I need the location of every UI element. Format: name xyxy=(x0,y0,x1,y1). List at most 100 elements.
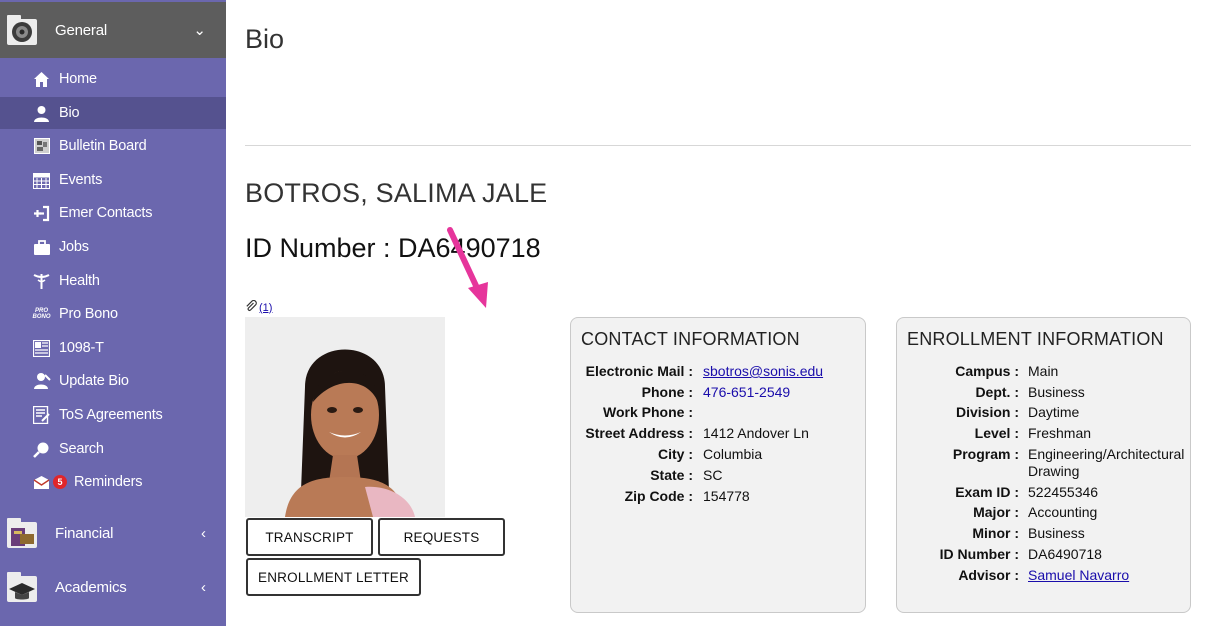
student-photo xyxy=(245,317,445,517)
field-label: Work Phone : xyxy=(603,404,693,420)
field-value: 522455346 xyxy=(1028,484,1099,500)
sidebar-item-label: Jobs xyxy=(59,239,89,255)
sidebar-item-tos-agreements[interactable]: ToS Agreements xyxy=(0,399,226,431)
field-label: Division : xyxy=(955,404,1019,420)
sidebar-section-financial[interactable]: Financial ‹ xyxy=(0,506,226,560)
contact-information-title: CONTACT INFORMATION xyxy=(581,329,800,349)
field-value: Business xyxy=(1028,384,1085,400)
sidebar-section-general[interactable]: General ⌄ xyxy=(0,2,226,58)
sidebar-section-label: Financial xyxy=(55,524,114,542)
graduation-cap-icon xyxy=(6,570,38,604)
calendar-icon xyxy=(32,171,51,190)
field-label: Advisor : xyxy=(958,567,1019,583)
field-value: Columbia xyxy=(703,446,763,462)
field-label: Exam ID : xyxy=(955,484,1019,500)
sidebar-item-bio[interactable]: Bio xyxy=(0,97,226,129)
field-value: Business xyxy=(1028,525,1085,541)
sidebar-section-academics[interactable]: Academics ‹ xyxy=(0,560,226,614)
email-link[interactable]: sbotros@sonis.edu xyxy=(703,363,823,380)
sidebar-item-label: Emer Contacts xyxy=(59,205,153,221)
sidebar-section-label: Academics xyxy=(55,578,127,596)
field-label: Electronic Mail : xyxy=(585,363,693,379)
sidebar-item-label: Health xyxy=(59,273,100,289)
field-label: Phone : xyxy=(641,384,693,400)
reminders-badge: 5 xyxy=(53,475,67,489)
user-icon xyxy=(32,104,51,123)
enrollment-information-panel: ENROLLMENT INFORMATION Campus : Main Dep… xyxy=(896,317,1191,613)
sidebar-item-label: Home xyxy=(59,71,97,87)
sidebar-item-search[interactable]: Search xyxy=(0,433,226,465)
camera-reel-icon xyxy=(6,13,38,47)
advisor-link[interactable]: Samuel Navarro xyxy=(1028,567,1129,584)
pro-bono-icon-text-bottom: BONO xyxy=(32,314,51,320)
field-value: Main xyxy=(1028,363,1059,379)
contact-information-panel: CONTACT INFORMATION Electronic Mail : sb… xyxy=(570,317,866,613)
sidebar-item-health[interactable]: Health xyxy=(0,265,226,297)
field-value: Daytime xyxy=(1028,404,1080,420)
divider xyxy=(245,145,1191,146)
user-edit-icon xyxy=(32,372,51,391)
student-name: BOTROS, SALIMA JALE xyxy=(245,178,548,208)
enrollment-letter-button[interactable]: ENROLLMENT LETTER xyxy=(246,558,421,596)
tax-form-icon xyxy=(32,339,51,358)
home-icon xyxy=(32,70,51,89)
field-label: Minor : xyxy=(972,525,1019,541)
attachment-count-link[interactable]: (1) xyxy=(259,302,272,314)
chevron-left-icon: ‹ xyxy=(201,578,206,596)
sidebar-item-label: Bulletin Board xyxy=(59,138,147,154)
briefcase-icon xyxy=(32,238,51,257)
sidebar-item-label: Bio xyxy=(59,105,80,121)
sidebar-item-bulletin-board[interactable]: Bulletin Board xyxy=(0,130,226,162)
field-label: Level : xyxy=(974,425,1019,441)
field-label: Zip Code : xyxy=(624,488,693,504)
caduceus-icon xyxy=(32,272,51,291)
sidebar: General ⌄ Home Bio Bulletin Board Events… xyxy=(0,0,226,626)
sidebar-item-label: Pro Bono xyxy=(59,306,118,322)
pro-bono-icon: PRO BONO xyxy=(32,305,51,324)
sidebar-item-1098-t[interactable]: 1098-T xyxy=(0,332,226,364)
sidebar-item-label: Search xyxy=(59,441,104,457)
transcript-button[interactable]: TRANSCRIPT xyxy=(246,518,373,556)
sidebar-item-label: Events xyxy=(59,172,103,188)
field-value: 1412 Andover Ln xyxy=(703,425,809,441)
field-value: SC xyxy=(703,467,723,483)
requests-button[interactable]: REQUESTS xyxy=(378,518,505,556)
field-value: Freshman xyxy=(1028,425,1092,441)
sidebar-item-reminders[interactable]: 5 Reminders xyxy=(0,466,226,498)
agreement-icon xyxy=(32,406,51,425)
sidebar-item-home[interactable]: Home xyxy=(0,63,226,95)
field-value: Engineering/Architectural xyxy=(1028,446,1185,462)
financial-icon xyxy=(6,516,38,550)
chevron-left-icon: ‹ xyxy=(201,524,206,542)
field-value: DA6490718 xyxy=(1028,546,1102,562)
sidebar-item-pro-bono[interactable]: PRO BONO Pro Bono xyxy=(0,298,226,330)
sidebar-item-events[interactable]: Events xyxy=(0,164,226,196)
bulletin-board-icon xyxy=(32,137,51,156)
sidebar-section-label: General xyxy=(55,21,107,39)
sidebar-item-label: ToS Agreements xyxy=(59,407,163,423)
field-label: Program : xyxy=(952,446,1019,462)
annotation-arrow-icon xyxy=(447,227,488,308)
phone-link[interactable]: 476-651-2549 xyxy=(703,384,790,401)
main-content: Bio BOTROS, SALIMA JALE ID Number : DA64… xyxy=(226,0,1207,626)
field-value-continued: Drawing xyxy=(1028,463,1080,479)
field-label: Major : xyxy=(973,504,1019,520)
sidebar-item-emer-contacts[interactable]: Emer Contacts xyxy=(0,197,226,229)
field-label: Street Address : xyxy=(585,425,693,441)
enrollment-information-title: ENROLLMENT INFORMATION xyxy=(907,329,1164,349)
search-icon xyxy=(32,440,51,459)
field-label: State : xyxy=(650,467,693,483)
field-value: 154778 xyxy=(703,488,750,504)
chevron-down-icon: ⌄ xyxy=(193,22,206,39)
sidebar-item-label: Reminders xyxy=(74,474,143,490)
sidebar-item-label: Update Bio xyxy=(59,373,129,389)
field-value: Accounting xyxy=(1028,504,1098,520)
sidebar-item-jobs[interactable]: Jobs xyxy=(0,231,226,263)
paperclip-icon xyxy=(245,299,257,315)
sidebar-item-update-bio[interactable]: Update Bio xyxy=(0,365,226,397)
app-window: General ⌄ Home Bio Bulletin Board Events… xyxy=(0,0,1207,626)
sidebar-item-label: 1098-T xyxy=(59,340,104,356)
reminders-icon xyxy=(32,473,51,492)
field-label: Campus : xyxy=(955,363,1019,379)
attachment[interactable]: (1) xyxy=(245,299,272,315)
